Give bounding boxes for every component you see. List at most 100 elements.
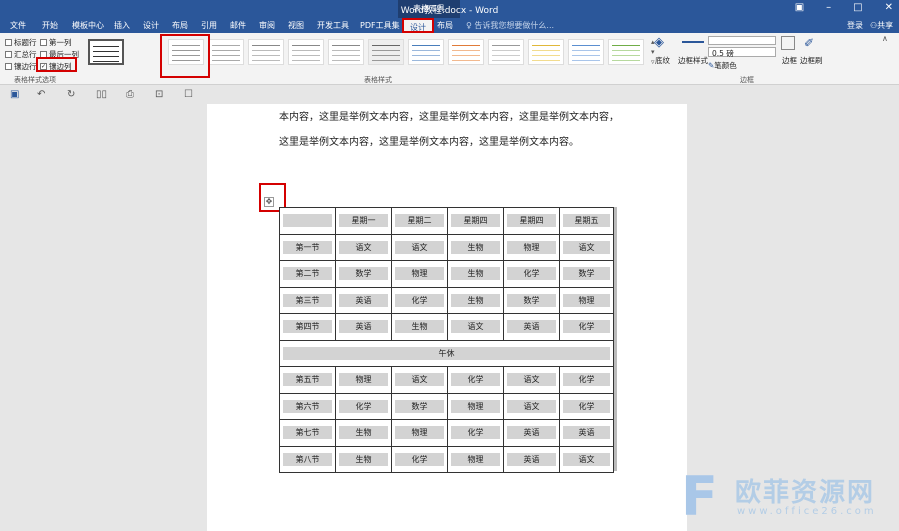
touch-mode-icon[interactable]: ☐ [184, 89, 193, 100]
banded-rows-checkbox[interactable]: 镶边行 [5, 61, 37, 72]
table-cell[interactable]: 英语 [335, 286, 392, 314]
table-style-thumb[interactable] [488, 39, 524, 65]
tab-developer[interactable]: 开发工具 [317, 20, 349, 31]
table-cell[interactable]: 英语 [335, 313, 392, 341]
table-cell[interactable]: 语文 [559, 445, 614, 473]
table-cell[interactable]: 星期一 [335, 207, 392, 235]
table-cell[interactable]: 生物 [447, 260, 504, 288]
border-styles-button[interactable]: 边框样式 [678, 55, 708, 66]
table-cell[interactable]: 语文 [335, 233, 392, 261]
table-style-thumb[interactable] [528, 39, 564, 65]
table-cell[interactable]: 化学 [503, 260, 560, 288]
minimize-icon[interactable]: – [826, 2, 831, 13]
table-cell[interactable]: 语文 [447, 313, 504, 341]
tab-template-center[interactable]: 模板中心 [72, 20, 104, 31]
table-cell[interactable]: 物理 [503, 233, 560, 261]
table-cell[interactable]: 英语 [559, 419, 614, 447]
tab-layout[interactable]: 布局 [172, 20, 188, 31]
tab-table-design[interactable]: 设计 [402, 18, 434, 33]
table-style-thumb[interactable] [288, 39, 324, 65]
table-cell[interactable]: 第五节 [279, 366, 336, 394]
maximize-icon[interactable]: □ [853, 2, 862, 13]
table-style-thumb[interactable] [88, 39, 124, 65]
ribbon-display-icon[interactable]: ▣ [795, 2, 804, 13]
tab-file[interactable]: 文件 [10, 20, 26, 31]
table-cell[interactable]: 英语 [503, 313, 560, 341]
table-cell[interactable]: 星期二 [391, 207, 448, 235]
tab-mailings[interactable]: 邮件 [230, 20, 246, 31]
print-preview-icon[interactable]: ⊡ [155, 89, 163, 100]
table-cell[interactable]: 化学 [559, 392, 614, 420]
header-row-checkbox[interactable]: 标题行 [5, 37, 37, 48]
shading-button[interactable]: 底纹 [655, 55, 670, 66]
table-cell[interactable]: 化学 [559, 366, 614, 394]
table-cell[interactable] [279, 207, 336, 235]
table-cell[interactable]: 生物 [447, 286, 504, 314]
tab-pdf-tools[interactable]: PDF工具集 [360, 20, 400, 31]
table-cell[interactable]: 物理 [559, 286, 614, 314]
border-painter-button[interactable]: 边框刷 [800, 55, 823, 66]
table-style-thumb[interactable] [208, 39, 244, 65]
table-style-thumb[interactable] [408, 39, 444, 65]
table-cell[interactable]: 生物 [447, 233, 504, 261]
table-cell[interactable]: 语文 [503, 392, 560, 420]
tab-insert[interactable]: 插入 [114, 20, 130, 31]
table-cell[interactable]: 第八节 [279, 445, 336, 473]
pen-color-button[interactable]: ✎笔颜色 [708, 60, 737, 71]
table-cell[interactable]: 数学 [335, 260, 392, 288]
close-icon[interactable]: ✕ [885, 2, 893, 13]
table-cell[interactable]: 第一节 [279, 233, 336, 261]
table-cell[interactable]: 化学 [335, 392, 392, 420]
table-cell[interactable]: 语文 [391, 233, 448, 261]
table-cell[interactable]: 数学 [391, 392, 448, 420]
tab-table-layout[interactable]: 布局 [437, 20, 453, 31]
print-icon[interactable]: ⎙ [126, 89, 134, 100]
table-cell[interactable]: 物理 [335, 366, 392, 394]
table-cell[interactable]: 化学 [447, 366, 504, 394]
table-cell[interactable]: 化学 [447, 419, 504, 447]
table-style-thumb[interactable] [368, 39, 404, 65]
table-cell[interactable]: 英语 [503, 445, 560, 473]
tell-me-search[interactable]: ♀ 告诉我您想要做什么... [466, 20, 554, 31]
two-pages-icon[interactable]: ▯▯ [96, 89, 107, 100]
pen-weight-dropdown[interactable]: 0.5 磅 [708, 47, 776, 58]
table-cell[interactable]: 生物 [391, 313, 448, 341]
line-style-dropdown[interactable] [708, 36, 776, 45]
share-button[interactable]: ⚇共享 [870, 20, 893, 31]
collapse-ribbon-icon[interactable]: ∧ [882, 34, 888, 43]
first-column-checkbox[interactable]: 第一列 [40, 37, 72, 48]
table-style-thumb[interactable] [568, 39, 604, 65]
table-cell[interactable]: 化学 [391, 286, 448, 314]
table-style-thumb[interactable] [448, 39, 484, 65]
save-icon[interactable]: ▣ [10, 89, 19, 100]
table-cell[interactable]: 化学 [559, 313, 614, 341]
table-cell[interactable]: 第二节 [279, 260, 336, 288]
borders-grid-icon[interactable] [781, 36, 795, 50]
table-cell[interactable]: 星期四 [447, 207, 504, 235]
total-row-checkbox[interactable]: 汇总行 [5, 49, 37, 60]
borders-button[interactable]: 边框 [782, 55, 797, 66]
table-style-thumb[interactable] [608, 39, 644, 65]
table-cell[interactable]: 物理 [447, 392, 504, 420]
table-cell-merged[interactable]: 午休 [279, 339, 614, 367]
table-cell[interactable]: 第六节 [279, 392, 336, 420]
table-cell[interactable]: 物理 [447, 445, 504, 473]
table-style-thumb[interactable] [328, 39, 364, 65]
table-cell[interactable]: 物理 [391, 260, 448, 288]
table-cell[interactable]: 数学 [503, 286, 560, 314]
table-cell[interactable]: 星期四 [503, 207, 560, 235]
tab-review[interactable]: 审阅 [259, 20, 275, 31]
tab-home[interactable]: 开始 [42, 20, 58, 31]
tab-view[interactable]: 视图 [288, 20, 304, 31]
tab-design[interactable]: 设计 [143, 20, 159, 31]
schedule-table[interactable]: 星期一 星期二 星期四 星期四 星期五 第一节 语文 语文 生物 物理 语文 第二节 数学 物理 生物 化学数… [279, 207, 614, 473]
table-style-thumb[interactable] [248, 39, 284, 65]
table-cell[interactable]: 生物 [335, 419, 392, 447]
paint-bucket-icon[interactable]: ◈ [654, 35, 664, 50]
table-cell[interactable]: 语文 [559, 233, 614, 261]
table-cell[interactable]: 第七节 [279, 419, 336, 447]
table-cell[interactable]: 第四节 [279, 313, 336, 341]
login-button[interactable]: 登录 [847, 20, 863, 31]
table-cell[interactable]: 语文 [391, 366, 448, 394]
undo-icon[interactable]: ↶ [37, 89, 45, 100]
